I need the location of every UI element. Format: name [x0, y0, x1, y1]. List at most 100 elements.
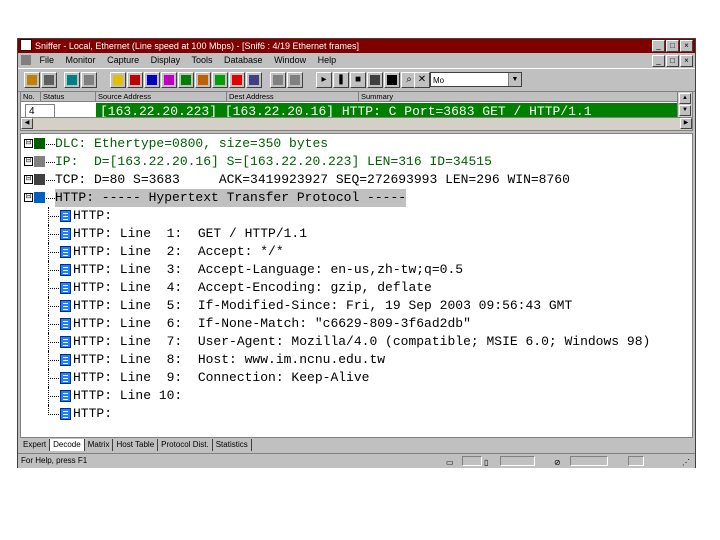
matrix-icon[interactable]	[144, 72, 160, 88]
host-table-icon[interactable]	[127, 72, 143, 88]
http-line-text: HTTP: Line 5: If-Modified-Since: Fri, 19…	[73, 298, 573, 313]
child-minimize-button[interactable]: _	[652, 55, 665, 67]
capture-icon[interactable]	[81, 72, 97, 88]
profile-select[interactable]: Mo ▼	[430, 72, 522, 87]
refresh-icon[interactable]	[287, 72, 303, 88]
tab-protocol-dist[interactable]: Protocol Dist.	[158, 439, 213, 451]
tree-connector	[48, 252, 49, 261]
menu-tools[interactable]: Tools	[191, 55, 212, 65]
stop-display-icon[interactable]	[367, 72, 383, 88]
collapse-icon[interactable]: ⊟	[24, 157, 33, 166]
collapse-icon[interactable]: ⊟	[24, 193, 33, 202]
field-icon	[60, 336, 71, 348]
http-line[interactable]: HTTP: Line 2: Accept: */*	[21, 243, 692, 261]
title-bar[interactable]: Sniffer - Local, Ethernet (Line speed at…	[18, 39, 695, 53]
http-line[interactable]: HTTP: Line 9: Connection: Keep-Alive	[21, 369, 692, 387]
protocol-icon[interactable]	[195, 72, 211, 88]
http-line[interactable]: HTTP:	[21, 405, 692, 423]
tree-node-ip[interactable]: ⊟ IP: D=[163.22.20.16] S=[163.22.20.223]…	[21, 153, 692, 171]
http-line[interactable]: HTTP: Line 4: Accept-Encoding: gzip, def…	[21, 279, 692, 297]
col-header-no[interactable]: No.	[21, 92, 41, 102]
tree-node-http[interactable]: ⊟ HTTP: ----- Hypertext Transfer Protoco…	[21, 189, 692, 207]
summary-vertical-scrollbar[interactable]: ▲ ▼	[677, 92, 692, 118]
display-icon[interactable]	[384, 72, 400, 88]
http-line[interactable]: HTTP: Line 10:	[21, 387, 692, 405]
col-header-dest[interactable]: Dest Address	[227, 92, 359, 102]
http-line[interactable]: HTTP: Line 8: Host: www.im.ncnu.edu.tw	[21, 351, 692, 369]
application-icon[interactable]	[161, 72, 177, 88]
child-close-button[interactable]: ×	[680, 55, 693, 67]
col-header-summary[interactable]: Summary	[359, 92, 679, 102]
history-icon[interactable]	[178, 72, 194, 88]
http-line-text: HTTP: Line 2: Accept: */*	[73, 244, 284, 259]
menu-bar: File Monitor Capture Display Tools Datab…	[18, 53, 695, 68]
global-stats-icon[interactable]	[212, 72, 228, 88]
menu-database[interactable]: Database	[224, 55, 263, 65]
http-line-text: HTTP: Line 7: User-Agent: Mozilla/4.0 (c…	[73, 334, 651, 349]
menu-capture[interactable]: Capture	[107, 55, 139, 65]
application-layer-icon	[34, 192, 45, 203]
tab-matrix[interactable]: Matrix	[85, 439, 114, 451]
col-header-status[interactable]: Status	[41, 92, 96, 102]
status-field	[500, 456, 535, 466]
menu-help[interactable]: Help	[318, 55, 337, 65]
menu-window[interactable]: Window	[274, 55, 306, 65]
router-icon	[34, 156, 45, 167]
tree-connector	[46, 162, 55, 164]
http-line[interactable]: HTTP: Line 3: Accept-Language: en-us,zh-…	[21, 261, 692, 279]
ip-summary: IP: D=[163.22.20.16] S=[163.22.20.223] L…	[55, 154, 492, 169]
col-header-source[interactable]: Source Address	[96, 92, 227, 102]
start-capture-icon[interactable]: ▸	[316, 72, 332, 88]
summary-horizontal-scrollbar[interactable]: ◀ ▶	[21, 117, 692, 130]
maximize-button[interactable]: □	[666, 40, 679, 52]
define-icon[interactable]: ✕	[414, 72, 430, 88]
http-line[interactable]: HTTP: Line 1: GET / HTTP/1.1	[21, 225, 692, 243]
document-icon[interactable]	[21, 55, 31, 65]
pause-capture-icon[interactable]: ❚	[333, 72, 349, 88]
scroll-left-icon[interactable]: ◀	[21, 118, 33, 129]
http-line[interactable]: HTTP: Line 5: If-Modified-Since: Fri, 19…	[21, 297, 692, 315]
stop-capture-icon[interactable]: ■	[350, 72, 366, 88]
http-line-text: HTTP:	[73, 406, 113, 421]
tab-decode[interactable]: Decode	[50, 439, 85, 451]
scroll-down-icon[interactable]: ▼	[679, 105, 691, 116]
http-line-text: HTTP: Line 1: GET / HTTP/1.1	[73, 226, 308, 241]
http-line-text: HTTP: Line 9: Connection: Keep-Alive	[73, 370, 370, 385]
alarm-icon[interactable]	[229, 72, 245, 88]
close-button[interactable]: ×	[680, 40, 693, 52]
scroll-up-icon[interactable]: ▲	[679, 93, 691, 104]
open-icon[interactable]	[24, 72, 40, 88]
http-line-text: HTTP: Line 6: If-None-Match: "c6629-809-…	[73, 316, 471, 331]
tab-statistics[interactable]: Statistics	[213, 439, 252, 451]
print-icon[interactable]	[41, 72, 57, 88]
tree-connector	[48, 360, 49, 369]
printer-icon: ▭	[446, 458, 454, 467]
tab-host-table[interactable]: Host Table	[113, 439, 159, 451]
resize-grip-icon[interactable]: ⋰	[682, 456, 692, 467]
window-title: Sniffer - Local, Ethernet (Line speed at…	[35, 41, 360, 51]
collapse-icon[interactable]: ⊟	[24, 139, 33, 148]
tree-node-dlc[interactable]: ⊟ DLC: Ethertype=0800, size=350 bytes	[21, 135, 692, 153]
tree-node-tcp[interactable]: ⊟ TCP: D=80 S=3683 ACK=3419923927 SEQ=27…	[21, 171, 692, 189]
menu-display[interactable]: Display	[151, 55, 181, 65]
http-line[interactable]: HTTP: Line 6: If-None-Match: "c6629-809-…	[21, 315, 692, 333]
tab-expert[interactable]: Expert	[20, 439, 51, 451]
http-line[interactable]: HTTP:	[21, 207, 692, 225]
define-filter-icon[interactable]	[246, 72, 262, 88]
scroll-right-icon[interactable]: ▶	[680, 118, 692, 129]
minimize-button[interactable]: _	[652, 40, 665, 52]
menu-file[interactable]: File	[40, 55, 55, 65]
dashboard-icon[interactable]	[110, 72, 126, 88]
menu-monitor[interactable]: Monitor	[66, 55, 96, 65]
app-icon	[20, 39, 32, 51]
network-icon: ⊘	[554, 458, 561, 467]
tree-connector	[48, 234, 49, 243]
tree-connector	[48, 288, 49, 297]
child-restore-button[interactable]: □	[666, 55, 679, 67]
status-field	[628, 456, 644, 466]
collapse-icon[interactable]: ⊟	[24, 175, 33, 184]
chevron-down-icon[interactable]: ▼	[508, 73, 521, 86]
monitor-icon[interactable]	[64, 72, 80, 88]
reset-icon[interactable]	[270, 72, 286, 88]
http-line[interactable]: HTTP: Line 7: User-Agent: Mozilla/4.0 (c…	[21, 333, 692, 351]
